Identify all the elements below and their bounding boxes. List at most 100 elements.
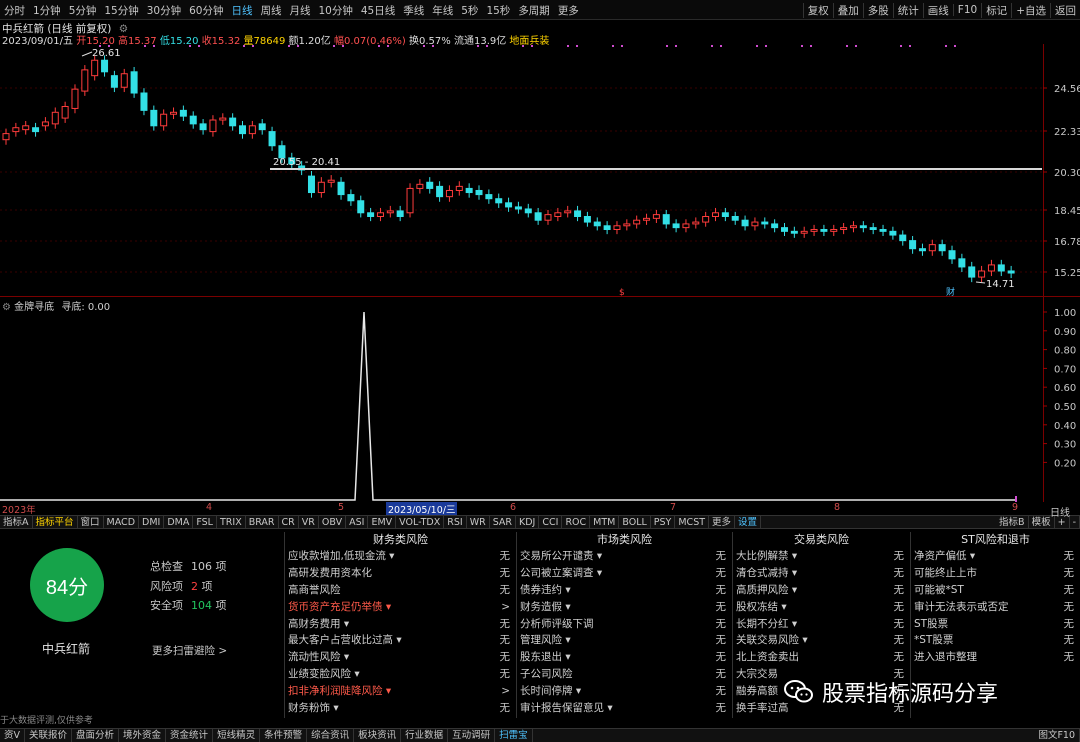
tab-11[interactable]: OBV	[319, 515, 347, 529]
risk-item[interactable]: 货币资产充足仍举债 ▾ >	[285, 599, 516, 616]
toolbar-button-7[interactable]: +自选	[1011, 2, 1050, 18]
tab-0[interactable]: 指标A	[0, 515, 33, 529]
tab-12[interactable]: ASI	[346, 515, 369, 529]
risk-item[interactable]: 财务粉饰 ▾ 无	[285, 700, 516, 717]
status-tab-2[interactable]: 盘面分析	[72, 729, 120, 742]
tab-25[interactable]: 更多	[709, 515, 736, 529]
risk-item[interactable]: *ST股票 无	[911, 632, 1080, 649]
toolbar-button-4[interactable]: 画线	[922, 2, 953, 18]
f10-button[interactable]: 图文F10	[1034, 728, 1080, 742]
tab-16[interactable]: WR	[467, 515, 490, 529]
indicator-chart[interactable]: 1.00 0.90 0.80 0.70 0.60 0.50 0.40 0.30 0.20	[0, 296, 1080, 502]
risk-item[interactable]: 股东退出 ▾ 无	[517, 649, 732, 666]
risk-item[interactable]: 财务造假 ▾ 无	[517, 599, 732, 616]
timeframe-8[interactable]: 月线	[286, 3, 315, 18]
tab-10[interactable]: VR	[299, 515, 319, 529]
risk-item[interactable]: 清仓式减持 ▾ 无	[733, 565, 910, 582]
tab-14[interactable]: VOL-TDX	[396, 515, 445, 529]
tab-right-3[interactable]: -	[1070, 515, 1080, 529]
timeframe-16[interactable]: 更多	[554, 3, 583, 18]
toolbar-button-8[interactable]: 返回	[1050, 2, 1080, 18]
risk-item[interactable]: 高财务费用 ▾ 无	[285, 616, 516, 633]
risk-item[interactable]: 管理风险 ▾ 无	[517, 632, 732, 649]
risk-item[interactable]: 高商誉风险 无	[285, 582, 516, 599]
risk-item[interactable]: 公司被立案调查 ▾ 无	[517, 565, 732, 582]
tab-7[interactable]: TRIX	[217, 515, 246, 529]
risk-item[interactable]: 净资产偏低 ▾ 无	[911, 548, 1080, 565]
risk-item[interactable]: 大比例解禁 ▾ 无	[733, 548, 910, 565]
timeframe-10[interactable]: 45日线	[357, 3, 399, 18]
risk-item[interactable]: 子公司风险 无	[517, 666, 732, 683]
tab-26[interactable]: 设置	[735, 515, 762, 529]
status-tab-7[interactable]: 综合资讯	[307, 729, 355, 742]
risk-item[interactable]: 长期不分红 ▾ 无	[733, 616, 910, 633]
risk-item[interactable]: 长时间停牌 ▾ 无	[517, 683, 732, 700]
toolbar-button-2[interactable]: 多股	[862, 2, 893, 18]
risk-item[interactable]: 交易所公开谴责 ▾ 无	[517, 548, 732, 565]
tab-1[interactable]: 指标平台	[33, 515, 78, 529]
more-scan-link[interactable]: 更多扫雷避险 >	[152, 643, 227, 658]
timeframe-5[interactable]: 60分钟	[185, 3, 227, 18]
tab-8[interactable]: BRAR	[246, 515, 279, 529]
timeframe-1[interactable]: 1分钟	[29, 3, 65, 18]
timeframe-13[interactable]: 5秒	[457, 3, 482, 18]
timeframe-11[interactable]: 季线	[399, 3, 428, 18]
timeframe-14[interactable]: 15秒	[482, 3, 514, 18]
risk-item[interactable]: 审计无法表示或否定 无	[911, 599, 1080, 616]
tab-3[interactable]: MACD	[104, 515, 140, 529]
timeframe-9[interactable]: 10分钟	[315, 3, 357, 18]
timeframe-0[interactable]: 分时	[0, 3, 29, 18]
risk-item[interactable]: 最大客户占营收比过高 ▾ 无	[285, 632, 516, 649]
risk-item[interactable]: 应收款增加,低现金流 ▾ 无	[285, 548, 516, 565]
risk-item[interactable]: 扣非净利润陡降风险 ▾ >	[285, 683, 516, 700]
tab-5[interactable]: DMA	[164, 515, 194, 529]
status-tab-5[interactable]: 短线精灵	[213, 729, 261, 742]
tab-22[interactable]: BOLL	[619, 515, 651, 529]
tab-20[interactable]: ROC	[562, 515, 591, 529]
toolbar-button-0[interactable]: 复权	[802, 2, 833, 18]
timeframe-15[interactable]: 多周期	[514, 3, 554, 18]
risk-item[interactable]: 高质押风险 ▾ 无	[733, 582, 910, 599]
status-tab-8[interactable]: 板块资讯	[354, 729, 402, 742]
tab-23[interactable]: PSY	[651, 515, 676, 529]
toolbar-button-3[interactable]: 统计	[892, 2, 923, 18]
tab-17[interactable]: SAR	[490, 515, 517, 529]
timeframe-3[interactable]: 15分钟	[100, 3, 142, 18]
timeframe-12[interactable]: 年线	[428, 3, 457, 18]
risk-item[interactable]: 关联交易风险 ▾ 无	[733, 632, 910, 649]
tab-4[interactable]: DMI	[139, 515, 165, 529]
status-tab-3[interactable]: 境外资金	[119, 729, 167, 742]
risk-item[interactable]: 进入退市整理 无	[911, 649, 1080, 666]
indicator-settings-icon[interactable]: ⚙	[2, 302, 11, 313]
tab-18[interactable]: KDJ	[516, 515, 540, 529]
risk-item[interactable]: 可能被*ST 无	[911, 582, 1080, 599]
timeframe-4[interactable]: 30分钟	[143, 3, 185, 18]
risk-item[interactable]: 股权冻结 ▾ 无	[733, 599, 910, 616]
tab-6[interactable]: FSL	[193, 515, 217, 529]
timeframe-7[interactable]: 周线	[257, 3, 286, 18]
risk-item[interactable]: 流动性风险 ▾ 无	[285, 649, 516, 666]
status-tab-10[interactable]: 互动调研	[448, 729, 496, 742]
risk-item[interactable]: 高研发费用资本化 无	[285, 565, 516, 582]
toolbar-button-1[interactable]: 叠加	[832, 2, 863, 18]
tab-2[interactable]: 窗口	[78, 515, 104, 529]
toolbar-button-6[interactable]: 标记	[981, 2, 1011, 18]
status-tab-11[interactable]: 扫雷宝	[495, 729, 533, 742]
tab-21[interactable]: MTM	[590, 515, 620, 529]
risk-item[interactable]: 北上资金卖出 无	[733, 649, 910, 666]
risk-item[interactable]: 审计报告保留意见 ▾ 无	[517, 700, 732, 717]
risk-item[interactable]: 可能终止上市 无	[911, 565, 1080, 582]
candlestick-chart[interactable]: 24.56 22.33 20.30 18.45 16.78 15.25 20.55 - 20…	[0, 44, 1080, 296]
tab-9[interactable]: CR	[279, 515, 299, 529]
risk-item[interactable]: ST股票 无	[911, 616, 1080, 633]
risk-item[interactable]: 业绩变脸风险 ▾ 无	[285, 666, 516, 683]
tab-13[interactable]: EMV	[368, 515, 397, 529]
tab-24[interactable]: MCST	[675, 515, 710, 529]
status-tab-0[interactable]: 资V	[0, 729, 25, 742]
tab-15[interactable]: RSI	[444, 515, 467, 529]
risk-item[interactable]: 债券违约 ▾ 无	[517, 582, 732, 599]
tab-right-0[interactable]: 指标B	[996, 515, 1029, 529]
status-tab-1[interactable]: 关联报价	[25, 729, 73, 742]
status-tab-6[interactable]: 条件预警	[260, 729, 308, 742]
toolbar-button-5[interactable]: F10	[952, 4, 981, 16]
